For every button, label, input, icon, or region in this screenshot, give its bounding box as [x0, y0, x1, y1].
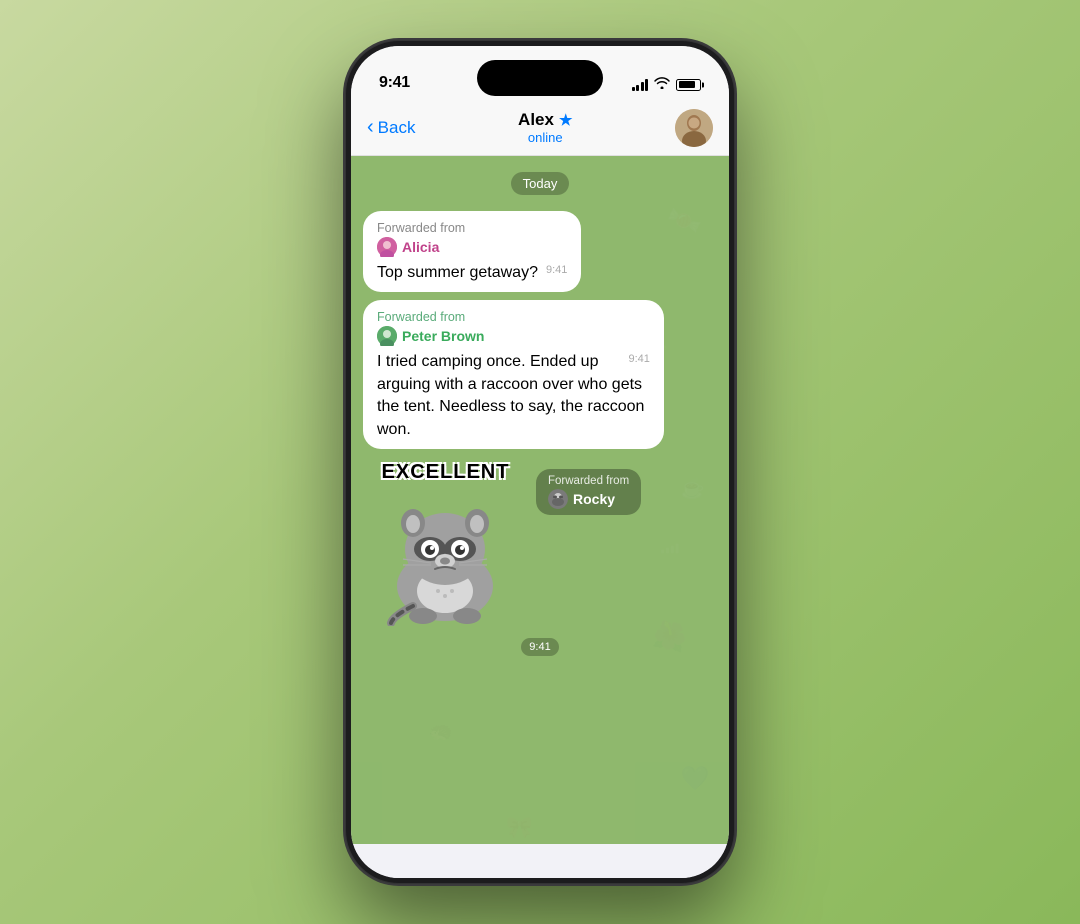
status-time: 9:41 [379, 74, 410, 92]
sender-name-rocky: Rocky [573, 491, 615, 507]
forwarded-sender-2: Peter Brown [377, 326, 650, 346]
back-label: Back [378, 118, 416, 138]
battery-icon [676, 79, 701, 91]
back-button[interactable]: ‹ Back [367, 117, 415, 139]
raccoon-sticker: EXCELLENT [363, 461, 528, 626]
rocky-forwarded-label: Forwarded from [548, 475, 629, 487]
sticker-time-container: 9:41 [363, 638, 717, 660]
forwarded-label-2: Forwarded from [377, 310, 650, 324]
message-bubble-1: Forwarded from Alicia 9:41 Top summer g [363, 211, 581, 292]
status-icons [632, 77, 702, 92]
forwarded-sender-1: Alicia [377, 237, 567, 257]
online-status: online [528, 130, 563, 145]
nav-center: Alex ★ online [518, 110, 572, 145]
sticker-time: 9:41 [521, 638, 558, 656]
sticker-text: EXCELLENT [382, 461, 510, 484]
sender-name-alicia: Alicia [402, 239, 439, 255]
message-time-2: 9:41 [628, 353, 649, 365]
sender-name-peter: Peter Brown [402, 328, 484, 344]
message-text-1: Top summer getaway? [377, 264, 538, 281]
avatar[interactable] [675, 109, 713, 147]
back-chevron-icon: ‹ [367, 116, 374, 139]
phone-screen: 9:41 [351, 46, 729, 878]
bottom-safe-area [351, 844, 729, 878]
date-label: Today [511, 172, 570, 195]
signal-icon [632, 79, 649, 91]
rocky-sender-row: Rocky [548, 489, 629, 509]
message-text-2: I tried camping once. Ended up arguing w… [377, 353, 644, 437]
premium-star-icon: ★ [559, 111, 572, 129]
message-time-1: 9:41 [546, 264, 567, 276]
forwarded-label-1: Forwarded from [377, 221, 567, 235]
contact-name: Alex [518, 110, 554, 130]
raccoon-svg [363, 461, 528, 626]
phone-frame: 9:41 [345, 40, 735, 884]
sticker-meta: Forwarded from [536, 461, 641, 515]
wifi-icon [654, 77, 670, 92]
nav-title: Alex ★ [518, 110, 572, 130]
alicia-avatar [377, 237, 397, 257]
rocky-avatar [548, 489, 568, 509]
chat-messages: Today Forwarded from Alicia [351, 156, 729, 844]
message-bubble-2: Forwarded from Peter Brown 9:41 I tried [363, 300, 664, 449]
peter-avatar [377, 326, 397, 346]
date-separator: Today [363, 172, 717, 195]
dynamic-island [477, 60, 603, 96]
chat-area: 🍬 🌸 🦴 🌿 ☕ 🍭 🌺 🦔 💙 🎀 [351, 156, 729, 844]
nav-header: ‹ Back Alex ★ online [351, 100, 729, 156]
sticker-row: EXCELLENT [363, 461, 717, 626]
forwarded-pill-rocky: Forwarded from [536, 469, 641, 515]
